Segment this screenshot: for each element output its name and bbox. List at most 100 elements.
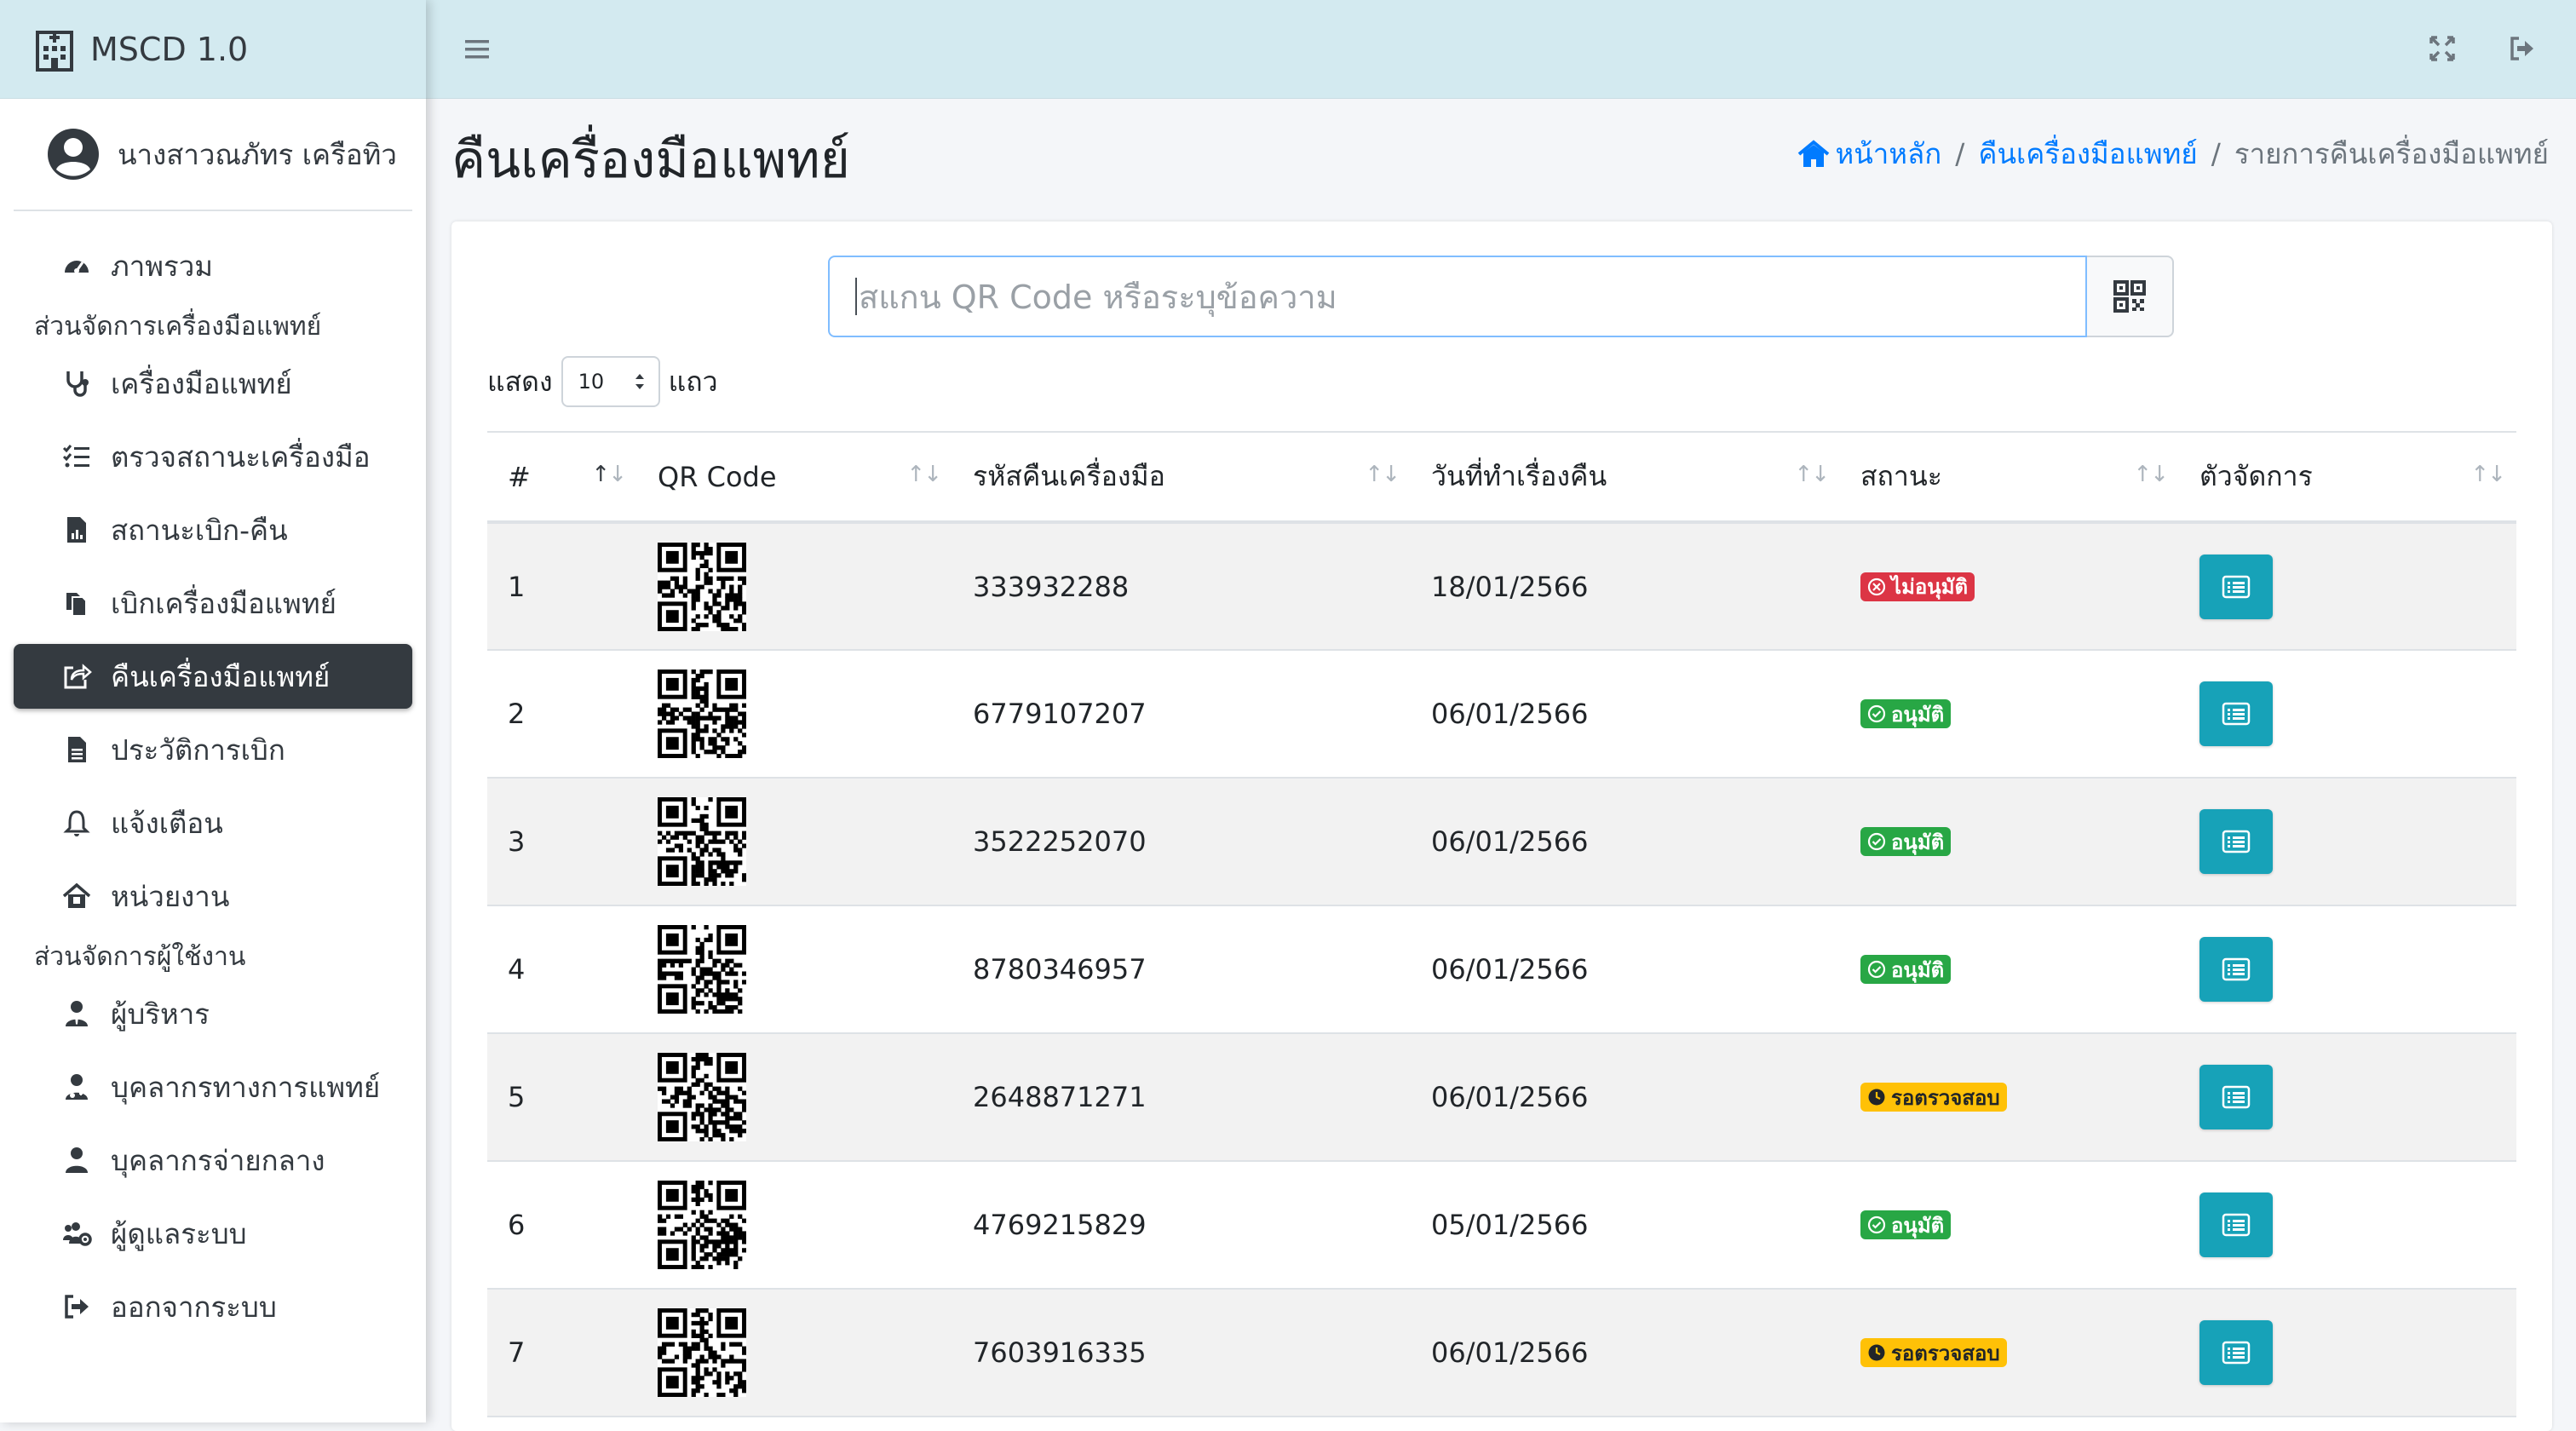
view-details-button[interactable] — [2199, 1065, 2273, 1129]
column-label: ตัวจัดการ — [2199, 460, 2313, 492]
share-square-icon — [60, 659, 94, 693]
qr-code-image — [658, 542, 746, 631]
qr-code-image — [658, 1181, 746, 1269]
sign-out-icon[interactable] — [2508, 34, 2537, 63]
column-header-actions[interactable]: ตัวจัดการ ↑↓ — [2179, 431, 2516, 524]
column-label: รหัสคืนเครื่องมือ — [973, 460, 1165, 492]
sidebar-item-label: ออกจากระบบ — [111, 1290, 277, 1324]
cell-actions — [2179, 778, 2516, 906]
list-alt-icon — [2222, 957, 2251, 981]
sidebar-item-departments[interactable]: หน่วยงาน — [14, 864, 412, 928]
status-label: รอตรวจสอบ — [1891, 1341, 2000, 1365]
list-alt-icon — [2222, 575, 2251, 598]
sidebar-item-history[interactable]: ประวัติการเบิก — [14, 717, 412, 782]
cell-return-date: 05/01/2566 — [1411, 1161, 1840, 1290]
cell-number: 7 — [487, 1289, 637, 1417]
bell-icon — [60, 806, 94, 840]
fullscreen-icon[interactable] — [2428, 34, 2457, 63]
cell-qrcode — [637, 905, 952, 1034]
user-icon — [60, 1143, 94, 1177]
status-badge: อนุมัติ — [1860, 1210, 1952, 1239]
cell-return-date: 06/01/2566 — [1411, 1033, 1840, 1162]
sidebar-item-borrow-return-status[interactable]: สถานะเบิก-คืน — [14, 497, 412, 562]
view-details-button[interactable] — [2199, 1192, 2273, 1257]
column-label: QR Code — [658, 460, 777, 493]
sidebar-item-check-status[interactable]: ตรวจสถานะเครื่องมือ — [14, 424, 412, 489]
column-label: วันที่ทำเรื่องคืน — [1431, 460, 1607, 492]
sidebar-item-return[interactable]: คืนเครื่องมือแพทย์ — [14, 644, 412, 709]
column-header-status[interactable]: สถานะ ↑↓ — [1840, 431, 2179, 524]
cell-status: อนุมัติ — [1840, 778, 2179, 906]
view-details-button[interactable] — [2199, 809, 2273, 874]
cell-return-date: 06/01/2566 — [1411, 778, 1840, 906]
breadcrumb-home[interactable]: หน้าหลัก — [1835, 131, 1941, 176]
sidebar-item-borrow[interactable]: เบิกเครื่องมือแพทย์ — [14, 571, 412, 635]
sidebar-item-overview[interactable]: ภาพรวม — [14, 233, 412, 298]
length-suffix: แถว — [668, 365, 718, 398]
sidebar-item-label: คืนเครื่องมือแพทย์ — [111, 659, 331, 693]
status-badge: รอตรวจสอบ — [1860, 1083, 2007, 1112]
column-header-number[interactable]: # ↑↓ — [487, 431, 637, 524]
sidebar-item-label: เบิกเครื่องมือแพทย์ — [111, 586, 336, 620]
home-icon[interactable] — [1797, 139, 1830, 169]
cell-return-date: 06/01/2566 — [1411, 650, 1840, 779]
view-details-button[interactable] — [2199, 681, 2273, 746]
sidebar-item-central-staff[interactable]: บุคลากรจ่ายกลาง — [14, 1128, 412, 1192]
table-row: 5 2648871271 06/01/2566 รอตรวจสอบ — [487, 1033, 2516, 1162]
cell-number: 5 — [487, 1033, 637, 1162]
qr-scan-button[interactable] — [2087, 256, 2174, 337]
house-icon — [60, 879, 94, 913]
column-header-return-date[interactable]: วันที่ทำเรื่องคืน ↑↓ — [1411, 431, 1840, 524]
sidebar-item-label: ประวัติการเบิก — [111, 733, 285, 767]
list-alt-icon — [2222, 830, 2251, 853]
brand[interactable]: MSCD 1.0 — [0, 0, 426, 99]
cell-return-code: 8780346957 — [952, 905, 1411, 1034]
page-length-select[interactable]: 10 — [561, 356, 660, 407]
user-panel[interactable]: นางสาวณภัทร เครือทิว — [14, 99, 412, 211]
view-details-button[interactable] — [2199, 937, 2273, 1002]
sidebar-item-admins[interactable]: ผู้ดูแลระบบ — [14, 1201, 412, 1266]
list-check-icon — [60, 440, 94, 474]
search-input[interactable]: สแกน QR Code หรือระบุข้อความ — [828, 256, 2087, 337]
file-icon — [60, 733, 94, 767]
table-row: 2 6779107207 06/01/2566 อนุมัติ — [487, 650, 2516, 779]
column-header-return-code[interactable]: รหัสคืนเครื่องมือ ↑↓ — [952, 431, 1411, 524]
check-circle-icon — [1867, 832, 1886, 851]
cell-status: ไม่อนุมัติ — [1840, 522, 2179, 651]
breadcrumb-section[interactable]: คืนเครื่องมือแพทย์ — [1978, 131, 2197, 176]
copy-icon — [60, 586, 94, 620]
view-details-button[interactable] — [2199, 554, 2273, 619]
sidebar-item-notifications[interactable]: แจ้งเตือน — [14, 790, 412, 855]
sidebar-item-medical-staff[interactable]: บุคลากรทางการแพทย์ — [14, 1055, 412, 1119]
search-placeholder: สแกน QR Code หรือระบุข้อความ — [859, 278, 1337, 316]
qr-code-image — [658, 1053, 746, 1141]
user-circle-icon — [48, 129, 99, 180]
qrcode-icon — [2113, 280, 2146, 313]
sidebar-item-executives[interactable]: ผู้บริหาร — [14, 981, 412, 1046]
sort-icon: ↑↓ — [2470, 462, 2506, 487]
sidebar-item-label: ผู้ดูแลระบบ — [111, 1216, 247, 1250]
breadcrumb: หน้าหลัก / คืนเครื่องมือแพทย์ / รายการคื… — [1797, 131, 2549, 176]
status-badge: อนุมัติ — [1860, 955, 1952, 984]
cell-actions — [2179, 905, 2516, 1034]
sidebar-item-logout[interactable]: ออกจากระบบ — [14, 1274, 412, 1339]
status-label: อนุมัติ — [1891, 702, 1945, 727]
return-table: # ↑↓ QR Code ↑↓ รหัสคืนเครื่องมือ ↑↓ วันที่… — [487, 431, 2516, 1417]
cell-qrcode — [637, 1161, 952, 1290]
breadcrumb-current: รายการคืนเครื่องมือแพทย์ — [2234, 137, 2549, 170]
status-label: ไม่อนุมัติ — [1891, 575, 1969, 599]
view-details-button[interactable] — [2199, 1320, 2273, 1385]
qr-code-image — [658, 797, 746, 886]
cell-qrcode — [637, 778, 952, 906]
cell-number: 2 — [487, 650, 637, 779]
sidebar-item-label: หน่วยงาน — [111, 879, 230, 913]
hamburger-menu-icon[interactable] — [463, 36, 491, 63]
check-circle-icon — [1867, 960, 1886, 979]
column-header-qrcode[interactable]: QR Code ↑↓ — [637, 431, 952, 524]
status-badge: ไม่อนุมัติ — [1860, 572, 1975, 601]
sidebar-item-equipment[interactable]: เครื่องมือแพทย์ — [14, 351, 412, 416]
user-name: นางสาวณภัทร เครือทิว — [118, 137, 397, 171]
cell-return-date: 18/01/2566 — [1411, 522, 1840, 651]
list-alt-icon — [2222, 1085, 2251, 1109]
qr-code-image — [658, 670, 746, 758]
